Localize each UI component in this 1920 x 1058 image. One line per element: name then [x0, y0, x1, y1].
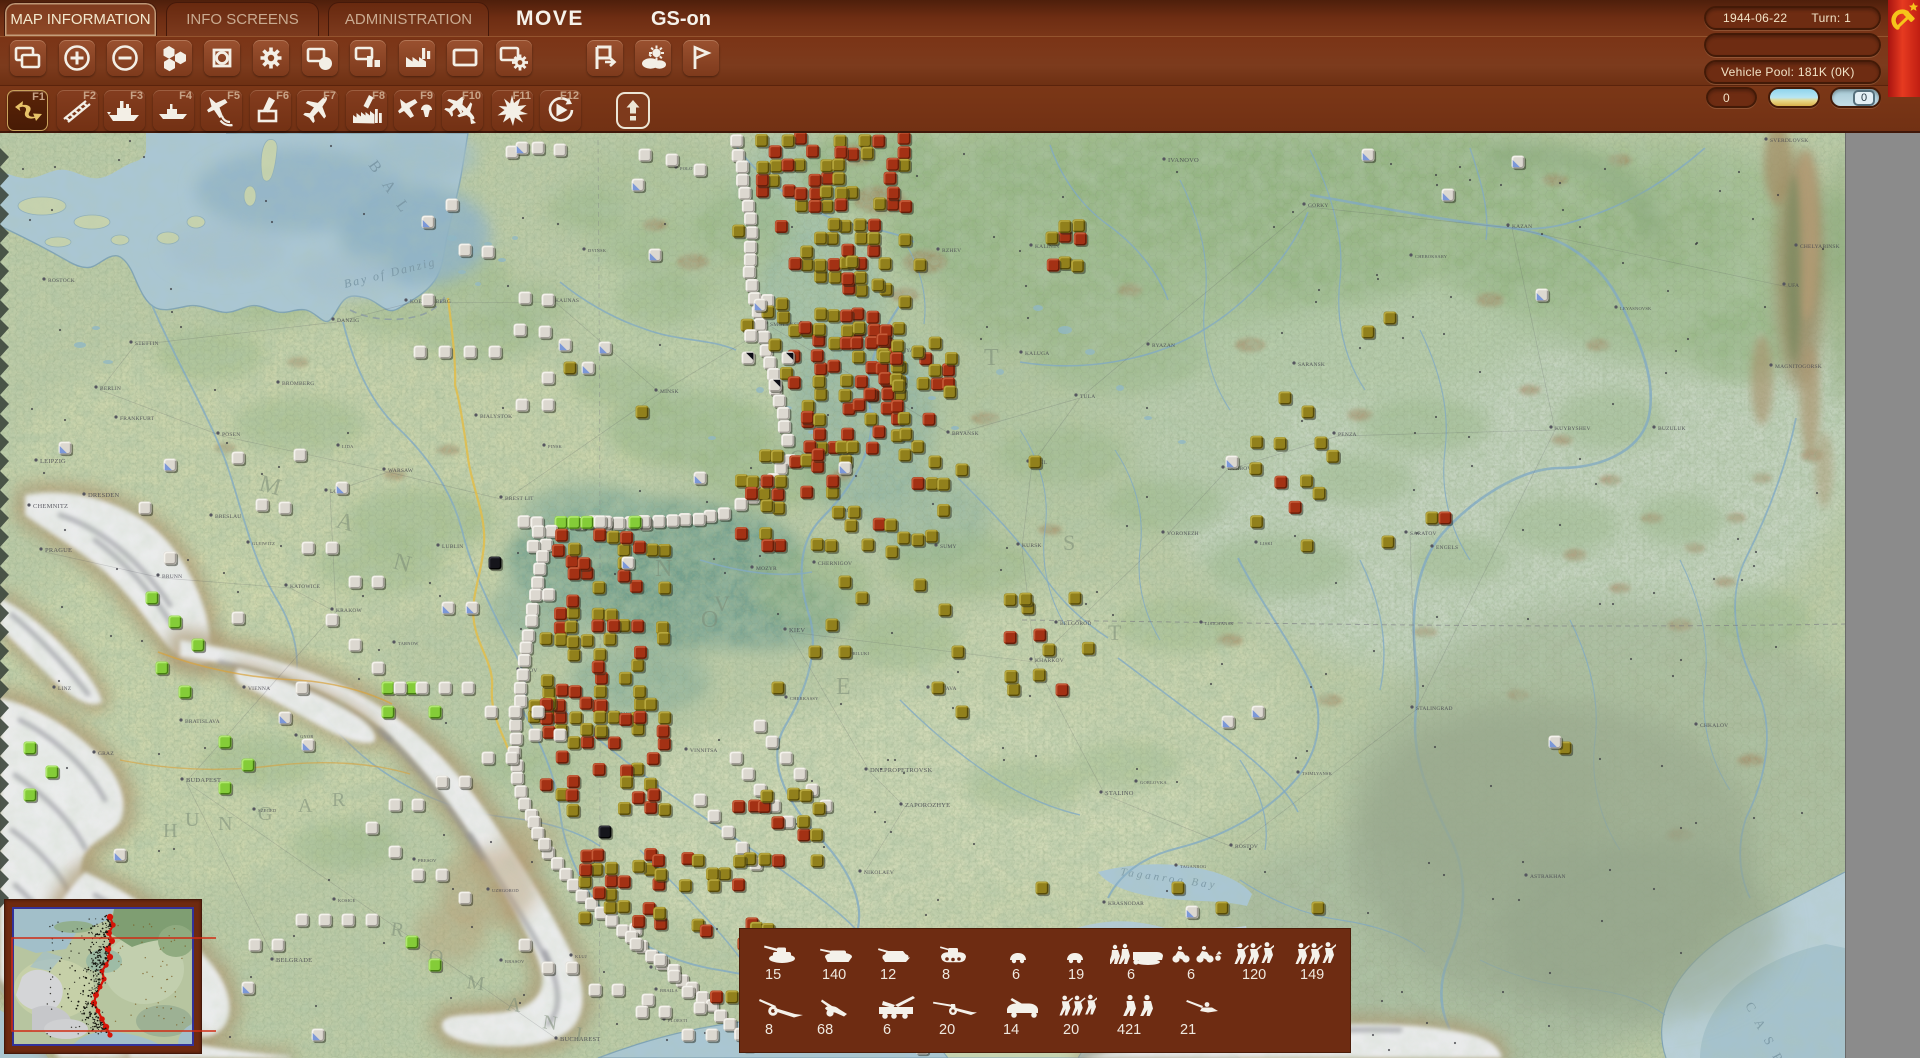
svg-text:RYAZAN: RYAZAN: [1152, 343, 1175, 349]
svg-text:BRESLAU: BRESLAU: [215, 514, 241, 520]
svg-text:SVERDLOVSK: SVERDLOVSK: [1770, 138, 1808, 144]
svg-text:GYOR: GYOR: [300, 734, 314, 739]
svg-text:KRAKOW: KRAKOW: [336, 608, 363, 614]
svg-text:KHARKOV: KHARKOV: [1035, 658, 1064, 664]
svg-text:N: N: [655, 556, 672, 582]
svg-text:TARNOW: TARNOW: [398, 641, 419, 646]
svg-text:GORLOVKA: GORLOVKA: [1140, 780, 1167, 785]
svg-text:DANZIG: DANZIG: [337, 318, 359, 324]
svg-text:SARATOV: SARATOV: [1410, 531, 1437, 537]
svg-text:VINNITSA: VINNITSA: [690, 748, 718, 754]
svg-text:VIENNA: VIENNA: [248, 686, 270, 692]
svg-text:NIKOLAEV: NIKOLAEV: [864, 870, 894, 876]
svg-text:PINSK: PINSK: [548, 444, 563, 449]
svg-text:STALINGRAD: STALINGRAD: [1416, 706, 1453, 712]
svg-text:SUMY: SUMY: [940, 544, 957, 550]
svg-text:ROSTOCK: ROSTOCK: [48, 278, 75, 284]
svg-text:MINSK: MINSK: [660, 389, 679, 395]
svg-text:ASTRAKHAN: ASTRAKHAN: [1530, 874, 1566, 880]
svg-text:G: G: [258, 803, 272, 825]
svg-text:PRESOV: PRESOV: [418, 858, 437, 863]
svg-text:LEYASNOVSK: LEYASNOVSK: [1620, 306, 1652, 311]
svg-text:CHEMNITZ: CHEMNITZ: [33, 503, 68, 510]
svg-text:GRAZ: GRAZ: [98, 751, 114, 757]
svg-text:GORKY: GORKY: [1308, 203, 1329, 209]
svg-text:BREST LIT: BREST LIT: [505, 496, 534, 502]
svg-text:UZHGOROD: UZHGOROD: [492, 888, 519, 893]
svg-text:E: E: [836, 674, 851, 700]
svg-text:KAZAN: KAZAN: [1512, 224, 1532, 230]
svg-text:KATOWICE: KATOWICE: [290, 584, 321, 590]
svg-text:POSEN: POSEN: [222, 432, 240, 438]
svg-text:SARANSK: SARANSK: [1298, 362, 1325, 368]
svg-text:BRASOV: BRASOV: [505, 959, 525, 964]
svg-text:ENGELS: ENGELS: [1436, 545, 1458, 551]
svg-text:TSIMLYANSK: TSIMLYANSK: [1302, 771, 1333, 776]
svg-text:PENZA: PENZA: [1338, 432, 1357, 438]
svg-text:LUBLIN: LUBLIN: [442, 544, 463, 550]
svg-text:FRANKFURT: FRANKFURT: [120, 416, 155, 422]
svg-text:N: N: [541, 1011, 558, 1035]
svg-text:T: T: [984, 345, 999, 371]
svg-text:LEIPZIG: LEIPZIG: [40, 458, 66, 465]
svg-text:TULA: TULA: [1080, 394, 1095, 400]
svg-text:ROSTOV: ROSTOV: [1235, 844, 1258, 850]
svg-text:LISKI: LISKI: [1260, 541, 1273, 546]
svg-text:BRATISLAVA: BRATISLAVA: [185, 719, 220, 725]
svg-text:T: T: [1108, 620, 1122, 645]
svg-text:UFA: UFA: [1788, 283, 1799, 289]
svg-text:CHKALOV: CHKALOV: [1700, 723, 1728, 729]
svg-text:CHEBOKSARY: CHEBOKSARY: [1415, 254, 1448, 259]
svg-text:ZAPOROZHYE: ZAPOROZHYE: [905, 802, 950, 809]
svg-text:BROMBERG: BROMBERG: [282, 381, 314, 387]
svg-text:KURSK: KURSK: [1022, 543, 1042, 549]
svg-text:M: M: [465, 971, 486, 995]
svg-text:KAUNAS: KAUNAS: [555, 298, 579, 304]
svg-text:S: S: [1063, 530, 1075, 555]
svg-text:STETTIN: STETTIN: [135, 341, 159, 347]
svg-text:CHERNIGOV: CHERNIGOV: [818, 561, 852, 567]
svg-text:LIDA: LIDA: [342, 444, 354, 449]
svg-text:GLEIWITZ: GLEIWITZ: [252, 541, 275, 546]
svg-text:MOZYR: MOZYR: [756, 566, 777, 572]
svg-text:LINZ: LINZ: [58, 686, 72, 692]
svg-text:STALINO: STALINO: [1105, 790, 1134, 797]
svg-text:BELGRADE: BELGRADE: [276, 957, 312, 964]
svg-text:KUYBYSHEV: KUYBYSHEV: [1555, 426, 1591, 432]
svg-text:VORONEZH: VORONEZH: [1167, 531, 1199, 537]
svg-text:KOSICE: KOSICE: [338, 898, 356, 903]
svg-text:KRASNODAR: KRASNODAR: [1108, 901, 1144, 907]
svg-text:BRUNN: BRUNN: [162, 574, 182, 580]
svg-text:KLUJ: KLUJ: [575, 954, 587, 959]
svg-text:LISICHANSK: LISICHANSK: [1205, 621, 1234, 626]
svg-text:IVANOVO: IVANOVO: [1168, 157, 1199, 164]
svg-text:U: U: [185, 809, 200, 831]
svg-text:WARSAW: WARSAW: [388, 468, 414, 474]
svg-text:RZHEV: RZHEV: [942, 248, 961, 254]
svg-text:BELGOROD: BELGOROD: [1060, 621, 1092, 627]
svg-text:H: H: [163, 820, 177, 842]
svg-text:KIEV: KIEV: [789, 627, 805, 634]
svg-text:DRESDEN: DRESDEN: [88, 492, 119, 499]
svg-text:BUDAPEST: BUDAPEST: [186, 777, 221, 784]
svg-text:DVINSK: DVINSK: [588, 248, 607, 253]
svg-text:BRAILA: BRAILA: [660, 988, 679, 993]
svg-text:BERLIN: BERLIN: [100, 386, 121, 392]
svg-text:CHELYABINSK: CHELYABINSK: [1800, 244, 1840, 250]
svg-text:A: A: [298, 795, 313, 817]
svg-text:BUZULUK: BUZULUK: [1658, 426, 1686, 432]
svg-text:DNEPROPETROVSK: DNEPROPETROVSK: [870, 767, 932, 774]
svg-text:R: R: [332, 789, 346, 811]
svg-text:KALUGA: KALUGA: [1025, 351, 1049, 357]
svg-text:PRAGUE: PRAGUE: [45, 547, 72, 554]
svg-text:O: O: [701, 607, 718, 633]
svg-text:TAGANROG: TAGANROG: [1180, 864, 1207, 869]
svg-text:CHERKASSY: CHERKASSY: [790, 696, 819, 701]
svg-text:N: N: [218, 813, 232, 835]
svg-text:BRYANSK: BRYANSK: [952, 431, 979, 437]
svg-text:BIALYSTOK: BIALYSTOK: [480, 414, 512, 420]
svg-text:MAGNITOGORSK: MAGNITOGORSK: [1775, 364, 1822, 370]
